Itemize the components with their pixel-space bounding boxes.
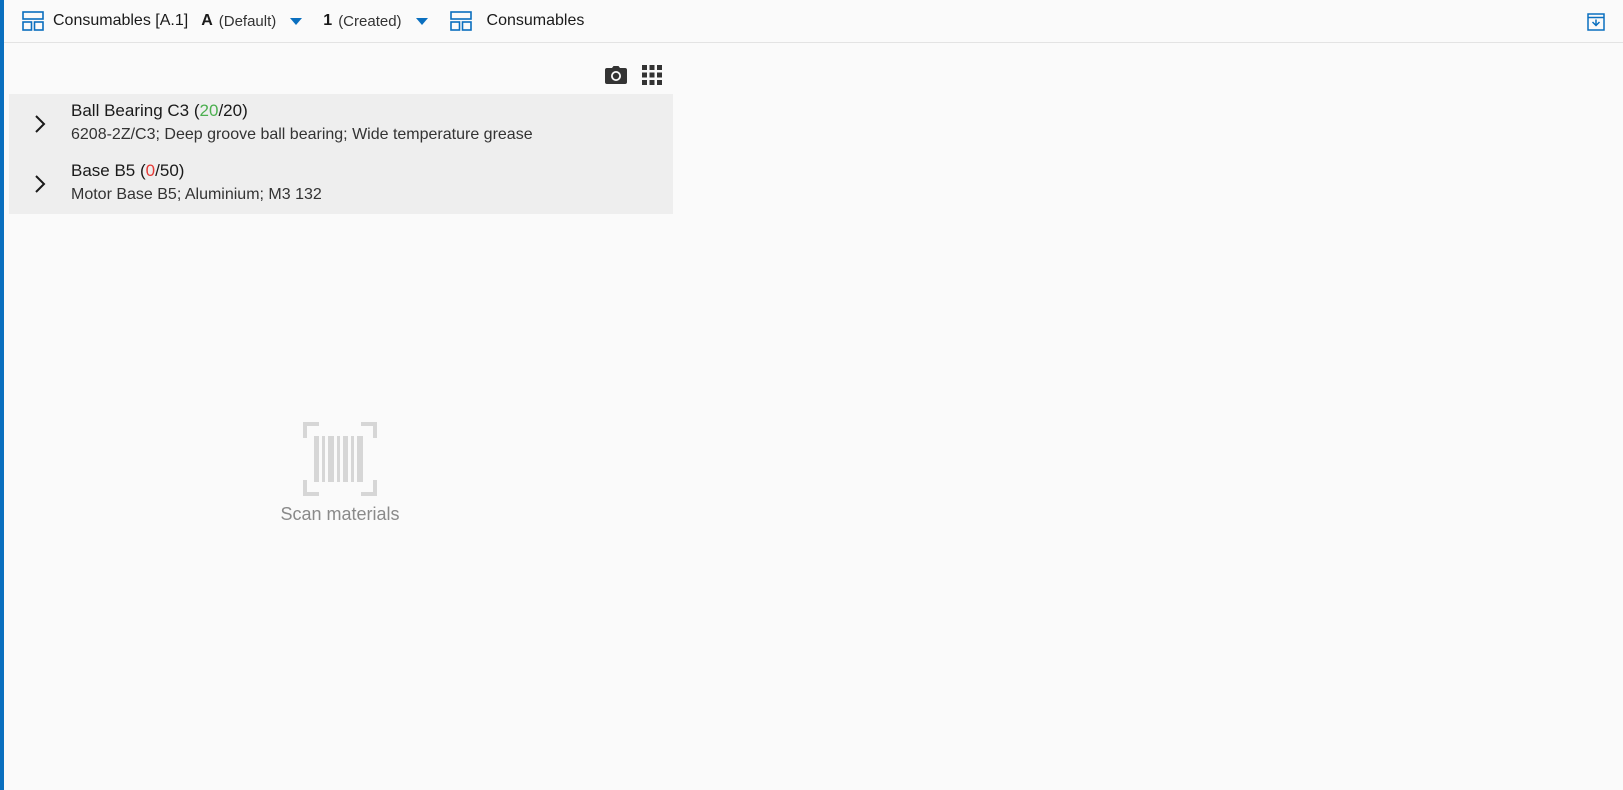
grid-icon[interactable] xyxy=(640,63,664,87)
caret-down-icon[interactable] xyxy=(290,17,303,25)
status-selector[interactable]: 1 (Created) xyxy=(323,12,428,30)
item-total-count: 20 xyxy=(223,101,243,120)
view-title: Consumables [A.1] xyxy=(53,12,189,29)
item-total-count: 50 xyxy=(159,161,179,180)
barcode-scan-icon xyxy=(303,422,377,496)
left-accent-bar xyxy=(0,0,4,790)
variant-selector[interactable]: A (Default) xyxy=(201,12,303,30)
variant-code: A xyxy=(201,12,213,29)
item-scanned-count: 0 xyxy=(145,161,156,180)
chevron-right-icon[interactable] xyxy=(9,94,71,154)
item-name: Ball Bearing C3 xyxy=(71,101,190,120)
item-description: Motor Base B5; Aluminium; M3 132 xyxy=(71,186,322,203)
section-title: Consumables xyxy=(486,12,585,29)
header-bar: Consumables [A.1] A (Default) 1 (Created… xyxy=(4,0,1623,43)
variant-label: (Default) xyxy=(218,12,277,30)
section-selector[interactable]: Consumables xyxy=(449,10,585,32)
list-item[interactable]: Ball Bearing C3 (20/20) 6208-2Z/C3; Deep… xyxy=(9,94,673,154)
collapse-panel-icon[interactable] xyxy=(1587,13,1605,31)
empty-state-label: Scan materials xyxy=(280,504,400,524)
list-toolbar xyxy=(604,63,664,87)
empty-state: Scan materials xyxy=(260,422,420,525)
item-scanned-count: 20 xyxy=(199,101,219,120)
view-selector[interactable]: Consumables [A.1] xyxy=(22,10,188,32)
chevron-right-icon[interactable] xyxy=(9,154,71,214)
item-title: Base B5 (0/50) xyxy=(71,161,185,180)
camera-icon[interactable] xyxy=(604,63,628,87)
item-description: 6208-2Z/C3; Deep groove ball bearing; Wi… xyxy=(71,126,533,143)
list-item[interactable]: Base B5 (0/50) Motor Base B5; Aluminium;… xyxy=(9,154,673,214)
layout-icon xyxy=(22,10,44,32)
layout-icon xyxy=(449,10,472,32)
status-label: (Created) xyxy=(338,12,402,30)
item-title: Ball Bearing C3 (20/20) xyxy=(71,101,248,120)
item-name: Base B5 xyxy=(71,161,136,180)
caret-down-icon[interactable] xyxy=(415,17,428,25)
status-code: 1 xyxy=(323,12,333,29)
consumables-list: Ball Bearing C3 (20/20) 6208-2Z/C3; Deep… xyxy=(9,94,673,214)
